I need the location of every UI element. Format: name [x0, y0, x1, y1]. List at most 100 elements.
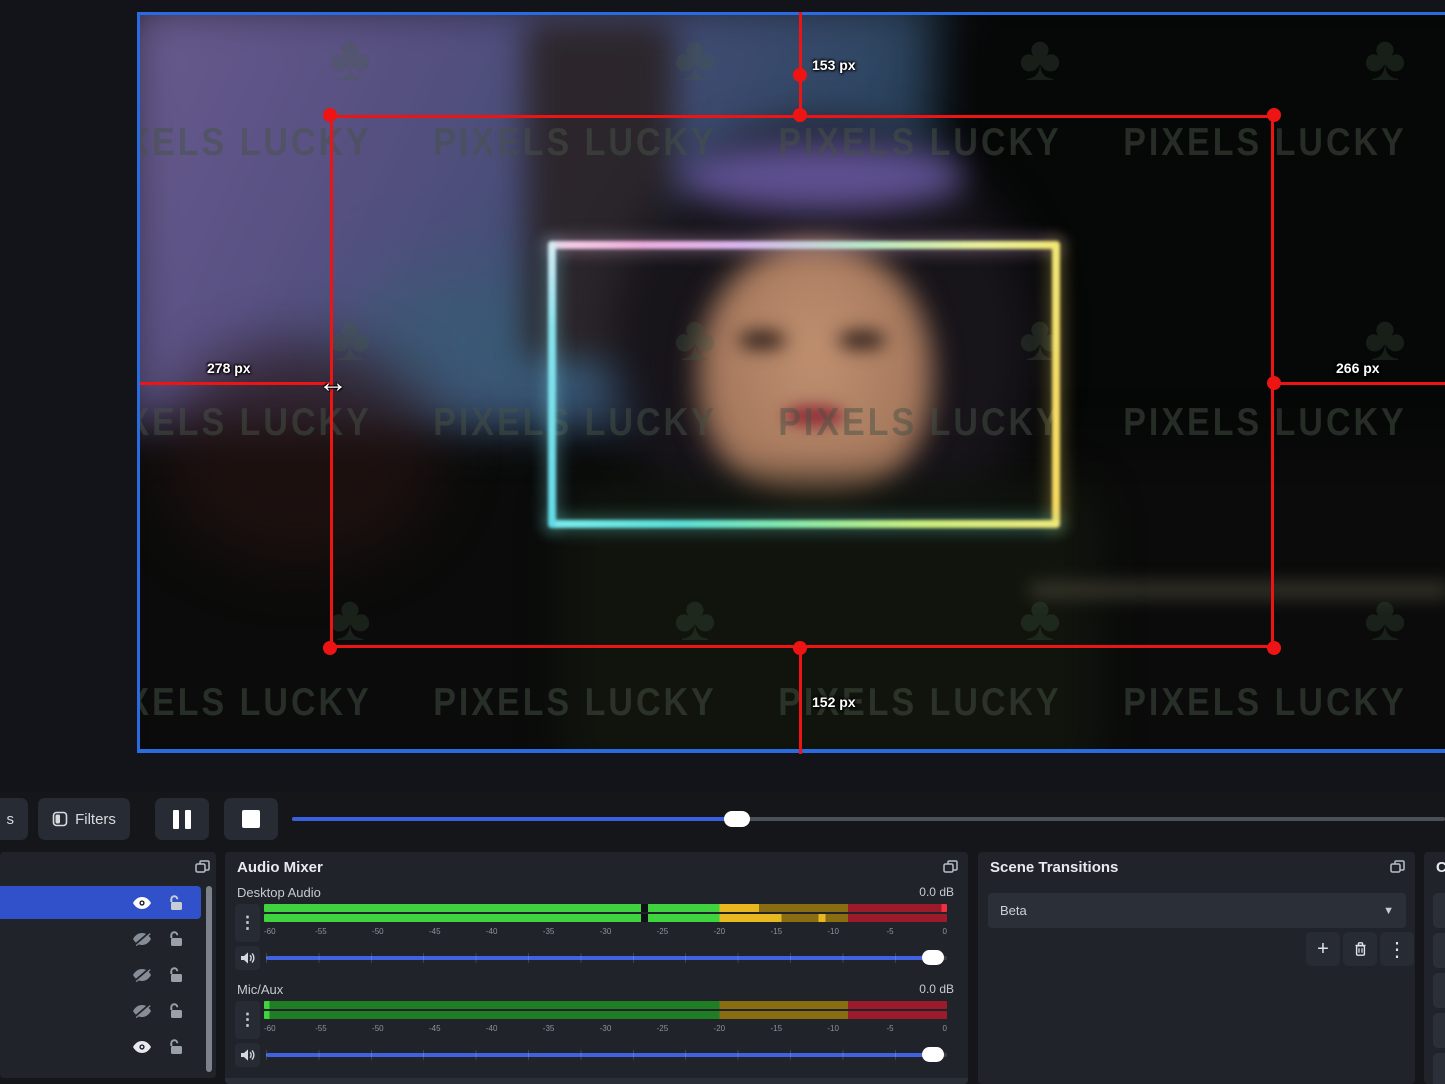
clover-watermark-icon: ♣ [1019, 21, 1061, 95]
controls-button[interactable] [1433, 893, 1445, 928]
meter-tick-label: -30 [600, 1024, 612, 1033]
mixer-bottom-strip [225, 1078, 968, 1084]
transition-properties-button[interactable]: ⋮ [1380, 932, 1414, 966]
channel-name: Mic/Aux [237, 982, 283, 997]
meter-tick-label: -20 [714, 1024, 726, 1033]
source-row[interactable] [0, 886, 201, 919]
crop-handle[interactable] [793, 641, 807, 655]
crop-handle[interactable] [323, 641, 337, 655]
speaker-mute-button[interactable] [235, 946, 260, 970]
add-transition-button[interactable]: + [1306, 932, 1340, 966]
controls-panel: C [1424, 852, 1445, 1084]
channel-options-kebab-button[interactable]: ⋮ [235, 1001, 260, 1039]
media-seek-slider[interactable] [292, 810, 1445, 828]
crop-handle[interactable] [323, 108, 337, 122]
level-meter-bar [264, 1001, 947, 1009]
meter-tick-label: -40 [486, 927, 498, 936]
eye-slash-icon[interactable] [131, 1002, 153, 1020]
eye-slash-icon[interactable] [131, 966, 153, 984]
meter-tick-label: 0 [943, 927, 947, 936]
sources-scrollbar[interactable] [206, 886, 212, 1072]
clover-watermark-icon: ♣ [1364, 21, 1406, 95]
meter-tick-label: -25 [657, 1024, 669, 1033]
meter-tick-label: -30 [600, 927, 612, 936]
controls-button[interactable] [1433, 933, 1445, 968]
stop-button[interactable] [224, 798, 278, 840]
source-row[interactable] [0, 1030, 201, 1063]
mixer-channel: Desktop Audio0.0 dB⋮-60-55-50-45-40-35-3… [225, 885, 968, 975]
meter-tick-label: -35 [543, 927, 555, 936]
crop-handle[interactable] [1267, 376, 1281, 390]
level-meter-bar [264, 1011, 947, 1019]
channel-name: Desktop Audio [237, 885, 321, 900]
crop-bounding-box[interactable] [330, 115, 1274, 648]
speaker-mute-button[interactable] [235, 1043, 260, 1067]
meter-tick-label: 0 [943, 1024, 947, 1033]
volume-ticks [266, 1050, 947, 1060]
controls-panel-title: C [1436, 859, 1445, 876]
filters-button[interactable]: Filters [38, 798, 130, 840]
preview-background: PIXELS LUCKY♣PIXELS LUCKY♣PIXELS LUCKY♣P… [0, 0, 1445, 792]
volume-handle[interactable] [922, 1047, 944, 1062]
crop-handle[interactable] [1267, 108, 1281, 122]
controls-button[interactable] [1433, 1013, 1445, 1048]
unlock-icon[interactable] [165, 1002, 187, 1020]
crop-handle[interactable] [1267, 641, 1281, 655]
audio-mixer-title: Audio Mixer [237, 859, 323, 876]
level-meter-bar [264, 904, 947, 912]
panel-popout-icon[interactable] [943, 860, 958, 874]
pause-button[interactable] [155, 798, 209, 840]
meter-scale: -60-55-50-45-40-35-30-25-20-15-10-50 [264, 1023, 947, 1036]
scene-transitions-title: Scene Transitions [990, 859, 1118, 876]
meter-tick-label: -50 [372, 927, 384, 936]
eye-icon[interactable] [131, 1038, 153, 1056]
volume-slider[interactable] [266, 1043, 947, 1067]
audio-mixer-panel: Audio Mixer Desktop Audio 0.0 dB ⋮ -60 -55 -5… [225, 852, 968, 1084]
trash-icon [1353, 941, 1368, 957]
channel-db-value: 0.0 dB [919, 885, 954, 899]
watermark-text: PIXELS LUCKY [137, 681, 372, 726]
transition-select[interactable]: Beta ▼ [988, 893, 1406, 928]
filters-icon [52, 811, 68, 827]
meter-tick-label: -45 [429, 927, 441, 936]
transition-selected-value: Beta [1000, 903, 1027, 918]
panel-popout-icon[interactable] [195, 860, 210, 874]
watermark-text: PIXELS LUCKY [433, 681, 716, 726]
level-meter [264, 904, 947, 924]
watermark-text: PIXELS LUCKY [1123, 681, 1406, 726]
measure-label-right: 266 px [1336, 360, 1380, 376]
meter-tick-label: -55 [315, 927, 327, 936]
volume-handle[interactable] [922, 950, 944, 965]
source-row[interactable] [0, 922, 201, 955]
eye-icon[interactable] [131, 894, 153, 912]
stop-icon [242, 810, 260, 828]
eye-slash-icon[interactable] [131, 930, 153, 948]
unlock-icon[interactable] [165, 930, 187, 948]
controls-button[interactable] [1433, 973, 1445, 1008]
meter-tick-label: -10 [827, 927, 839, 936]
unlock-icon[interactable] [165, 966, 187, 984]
measure-dot-top [793, 68, 807, 82]
meter-tick-label: -15 [770, 927, 782, 936]
unlock-icon[interactable] [165, 1038, 187, 1056]
partial-toolbar-button[interactable]: s [0, 798, 28, 840]
measure-line-left [140, 382, 330, 385]
source-row[interactable] [0, 958, 201, 991]
volume-slider[interactable] [266, 946, 947, 970]
chevron-down-icon: ▼ [1383, 905, 1394, 917]
clover-watermark-icon: ♣ [329, 21, 371, 95]
channel-options-kebab-button[interactable]: ⋮ [235, 904, 260, 942]
meter-tick-label: -10 [827, 1024, 839, 1033]
unlock-icon[interactable] [165, 894, 187, 912]
panel-popout-icon[interactable] [1390, 860, 1405, 874]
partial-toolbar-button-label: s [7, 811, 15, 828]
source-row[interactable] [0, 994, 201, 1027]
meter-tick-label: -60 [264, 1024, 276, 1033]
controls-button[interactable] [1433, 1053, 1445, 1084]
measure-label-top: 153 px [812, 57, 856, 73]
seek-handle[interactable] [724, 811, 750, 827]
clover-watermark-icon: ♣ [674, 21, 716, 95]
remove-transition-button[interactable] [1343, 932, 1377, 966]
crop-handle[interactable] [793, 108, 807, 122]
meter-tick-label: -5 [887, 1024, 894, 1033]
